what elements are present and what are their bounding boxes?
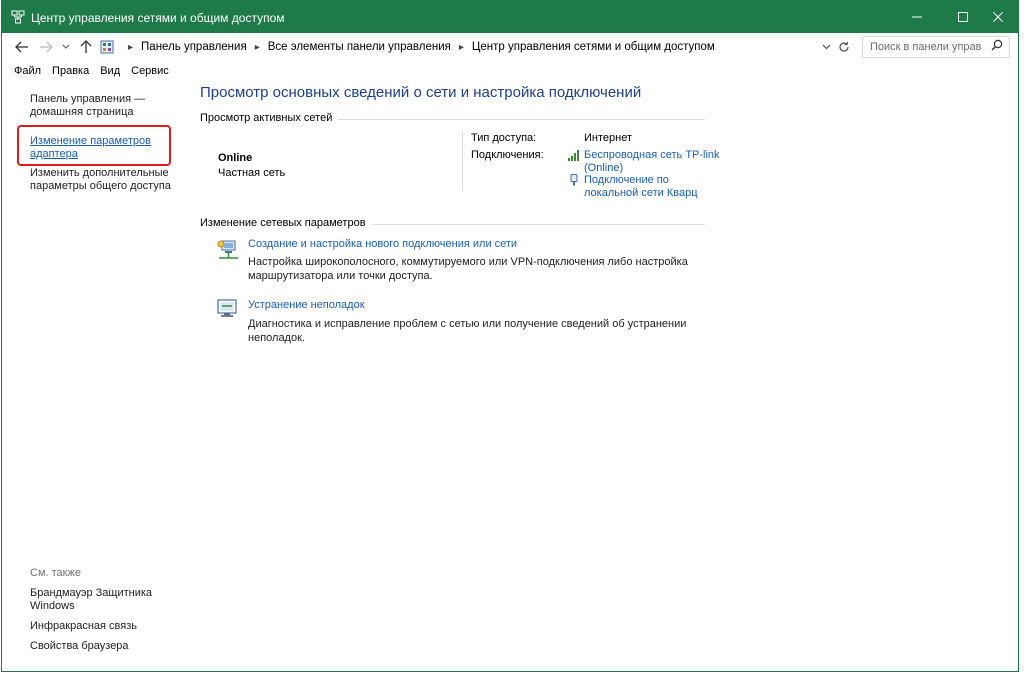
troubleshoot-link[interactable]: Устранение неполадок (248, 299, 365, 311)
chevron-down-icon (62, 44, 70, 49)
window-title: Центр управления сетями и общим доступом (31, 11, 285, 25)
title-bar[interactable]: Центр управления сетями и общим доступом (2, 1, 1018, 33)
breadcrumb-separator[interactable]: ▸ (459, 42, 464, 53)
address-history-button[interactable] (819, 38, 833, 56)
main-content: Просмотр основных сведений о сети и наст… (200, 81, 1010, 671)
menu-edit[interactable]: Правка (52, 65, 89, 77)
network-divider (462, 131, 463, 191)
wireless-connection-link[interactable]: Беспроводная сеть TP-link (Online) (584, 149, 724, 175)
minimize-button[interactable] (894, 1, 940, 33)
menu-bar: Файл Правка Вид Сервис (2, 61, 1018, 81)
main-window: Центр управления сетями и общим доступом (1, 0, 1019, 672)
see-also-infrared-link[interactable]: Инфракрасная связь (30, 620, 180, 633)
breadcrumb-separator[interactable]: ▸ (255, 42, 260, 53)
search-box[interactable] (862, 36, 1010, 58)
troubleshoot-icon (217, 299, 237, 317)
recent-locations-button[interactable] (60, 37, 72, 57)
breadcrumb-separator[interactable]: ▸ (128, 42, 133, 53)
menu-file[interactable]: Файл (14, 65, 41, 77)
sidebar-adapter-settings-link[interactable]: Изменение параметров адаптера (30, 135, 180, 161)
wifi-signal-icon (568, 150, 579, 161)
connections-label: Подключения: (471, 149, 544, 161)
network-center-icon (11, 10, 25, 24)
breadcrumb-network-center[interactable]: Центр управления сетями и общим доступом (472, 41, 715, 53)
access-type-label: Тип доступа: (471, 132, 537, 144)
change-settings-heading: Изменение сетевых параметров (200, 217, 372, 229)
new-connection-description: Настройка широкополосного, коммутируемог… (248, 256, 688, 282)
search-icon[interactable] (989, 39, 1005, 55)
arrow-left-icon (15, 41, 28, 53)
up-button[interactable] (76, 37, 96, 57)
new-connection-icon (217, 240, 238, 259)
arrow-right-icon (40, 41, 53, 53)
close-button[interactable] (975, 1, 1021, 33)
active-networks-heading: Просмотр активных сетей (200, 112, 339, 124)
new-connection-link[interactable]: Создание и настройка нового подключения … (248, 238, 517, 250)
network-name: Online (218, 152, 253, 164)
address-bar: ▸ Панель управления ▸ Все элементы панел… (2, 33, 1018, 61)
ethernet-icon (570, 174, 578, 186)
see-also-browser-properties-link[interactable]: Свойства браузера (30, 640, 180, 653)
see-also-heading: См. также (30, 567, 81, 579)
forward-button[interactable] (36, 37, 56, 57)
access-type-value: Интернет (584, 132, 632, 144)
minimize-icon (912, 16, 922, 18)
page-title: Просмотр основных сведений о сети и наст… (200, 84, 642, 101)
chevron-down-icon (822, 44, 830, 50)
search-input[interactable] (870, 40, 982, 54)
back-button[interactable] (12, 37, 32, 57)
menu-view[interactable]: Вид (100, 65, 120, 77)
refresh-button[interactable] (836, 38, 852, 56)
breadcrumb-control-panel[interactable]: Панель управления (141, 41, 247, 53)
refresh-icon (839, 41, 849, 52)
control-panel-icon (100, 40, 114, 54)
arrow-up-icon (80, 40, 92, 53)
menu-tools[interactable]: Сервис (131, 65, 169, 77)
breadcrumb[interactable]: ▸ Панель управления ▸ Все элементы панел… (100, 37, 840, 57)
sidebar: Панель управления — домашняя страница Из… (2, 81, 192, 671)
sidebar-home-link[interactable]: Панель управления — домашняя страница (30, 93, 180, 119)
lan-connection-link[interactable]: Подключение по локальной сети Кварц (584, 174, 714, 200)
sidebar-sharing-settings-link[interactable]: Изменить дополнительные параметры общего… (30, 167, 180, 193)
network-category-link[interactable]: Частная сеть (218, 167, 285, 179)
see-also-firewall-link[interactable]: Брандмауэр Защитника Windows (30, 587, 180, 613)
close-icon (993, 12, 1003, 22)
troubleshoot-description: Диагностика и исправление проблем с сеть… (248, 318, 687, 344)
breadcrumb-all-items[interactable]: Все элементы панели управления (268, 41, 451, 53)
maximize-icon (958, 12, 968, 22)
